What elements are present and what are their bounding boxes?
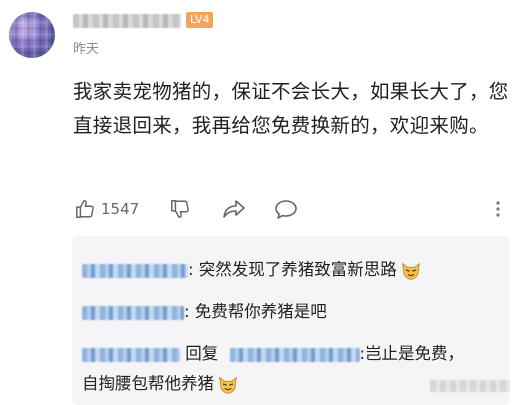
watermark-blurred bbox=[430, 380, 510, 392]
reply-item[interactable]: 回复 :岂止是免费， bbox=[82, 342, 464, 366]
thumbs-down-icon bbox=[171, 200, 189, 218]
like-count: 1547 bbox=[101, 200, 140, 218]
username-blurred[interactable] bbox=[73, 14, 181, 28]
reply-text-part1: :岂止是免费， bbox=[359, 344, 465, 363]
reply-username-blurred[interactable] bbox=[82, 263, 188, 278]
reply-item[interactable]: : 免费帮你养猪是吧 bbox=[82, 300, 327, 324]
reply-username-blurred[interactable] bbox=[82, 347, 180, 362]
more-vertical-icon bbox=[496, 201, 500, 217]
reply-text: : 突然发现了养猪致富新思路 bbox=[188, 260, 397, 279]
reply-username-blurred[interactable] bbox=[82, 305, 184, 320]
comment-actions: 1547 bbox=[74, 196, 514, 222]
cat-face-emoji bbox=[401, 262, 420, 280]
comment-time: 昨天 bbox=[73, 42, 100, 57]
share-icon bbox=[223, 200, 245, 218]
comment-icon bbox=[275, 200, 297, 219]
share-button[interactable] bbox=[222, 198, 246, 224]
mentioned-username-blurred[interactable] bbox=[229, 347, 360, 362]
avatar[interactable] bbox=[9, 12, 55, 58]
like-button[interactable]: 1547 bbox=[74, 196, 139, 222]
cat-face-emoji bbox=[219, 376, 237, 394]
reply-button[interactable] bbox=[274, 198, 298, 224]
level-badge: LV4 bbox=[186, 12, 214, 28]
reply-text: : 免费帮你养猪是吧 bbox=[184, 302, 327, 321]
thumbs-up-icon bbox=[76, 200, 94, 218]
dislike-button[interactable] bbox=[169, 198, 191, 224]
reply-label: 回复 bbox=[185, 344, 219, 363]
reply-item[interactable]: : 突然发现了养猪致富新思路 bbox=[82, 258, 422, 282]
comment-text: 我家卖宠物猪的，保证不会长大，如果长大了，您直接退回来，我再给您免费换新的，欢迎… bbox=[73, 80, 509, 137]
more-button[interactable] bbox=[494, 198, 502, 224]
reply-item-continuation: 自掏腰包帮他养猪 bbox=[82, 372, 239, 396]
reply-text-part2: 自掏腰包帮他养猪 bbox=[82, 374, 214, 393]
